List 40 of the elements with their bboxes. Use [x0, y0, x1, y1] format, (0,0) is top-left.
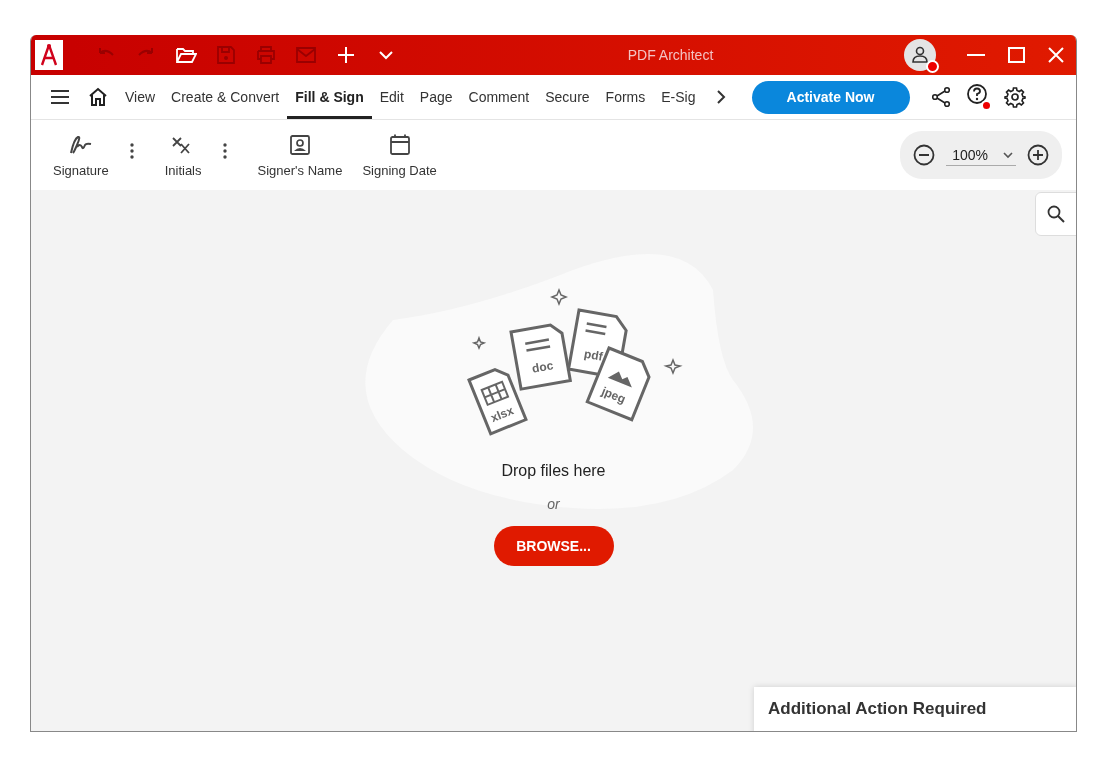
sparkle-icon	[549, 288, 568, 306]
tab[interactable]: Comment	[460, 75, 538, 119]
search-button[interactable]	[1035, 192, 1076, 236]
activate-button[interactable]: Activate Now	[751, 80, 910, 114]
more-options-icon[interactable]	[221, 142, 228, 160]
zoom-dropdown[interactable]: 100%	[946, 144, 1016, 166]
tool-button[interactable]: Initials	[158, 128, 208, 182]
help-icon	[965, 83, 990, 107]
person-icon	[910, 45, 930, 65]
separator-text: or	[547, 496, 560, 512]
account-button[interactable]	[904, 39, 936, 71]
chevron-down-icon	[1002, 150, 1014, 159]
tab[interactable]: E-Sig	[653, 75, 704, 119]
plus-icon[interactable]	[335, 44, 357, 66]
share-icon[interactable]	[929, 86, 952, 108]
more-options-icon[interactable]	[128, 142, 135, 160]
search-icon	[1046, 204, 1066, 224]
tool-button[interactable]: Signer's Name	[251, 128, 349, 182]
spreadsheet-file-icon: xlsx	[466, 367, 528, 436]
tool-button[interactable]: Signature	[47, 128, 115, 182]
tab[interactable]: Page	[411, 75, 461, 119]
toast-title: Additional Action Required	[768, 699, 987, 718]
tab[interactable]: Secure	[537, 75, 598, 119]
home-icon[interactable]	[87, 86, 109, 108]
logo-icon	[35, 40, 63, 70]
document-file-icon: doc	[508, 323, 572, 391]
tab[interactable]: View	[117, 75, 164, 119]
tab[interactable]: Forms	[597, 75, 654, 119]
settings-icon[interactable]	[1003, 86, 1026, 108]
sparkle-icon	[471, 335, 486, 350]
window-title: PDF Architect	[626, 47, 715, 63]
zoom-in-icon[interactable]	[1026, 143, 1050, 167]
zoom-out-icon[interactable]	[912, 143, 937, 167]
tab[interactable]: Edit	[371, 75, 412, 119]
tool-button[interactable]: Signing Date	[356, 128, 443, 182]
tab[interactable]: Create & Convert	[163, 75, 288, 119]
drop-zone-title: Drop files here	[501, 462, 606, 480]
help-button[interactable]	[965, 83, 990, 111]
sparkle-icon	[662, 358, 683, 375]
browse-button[interactable]: BROWSE...	[493, 526, 614, 566]
